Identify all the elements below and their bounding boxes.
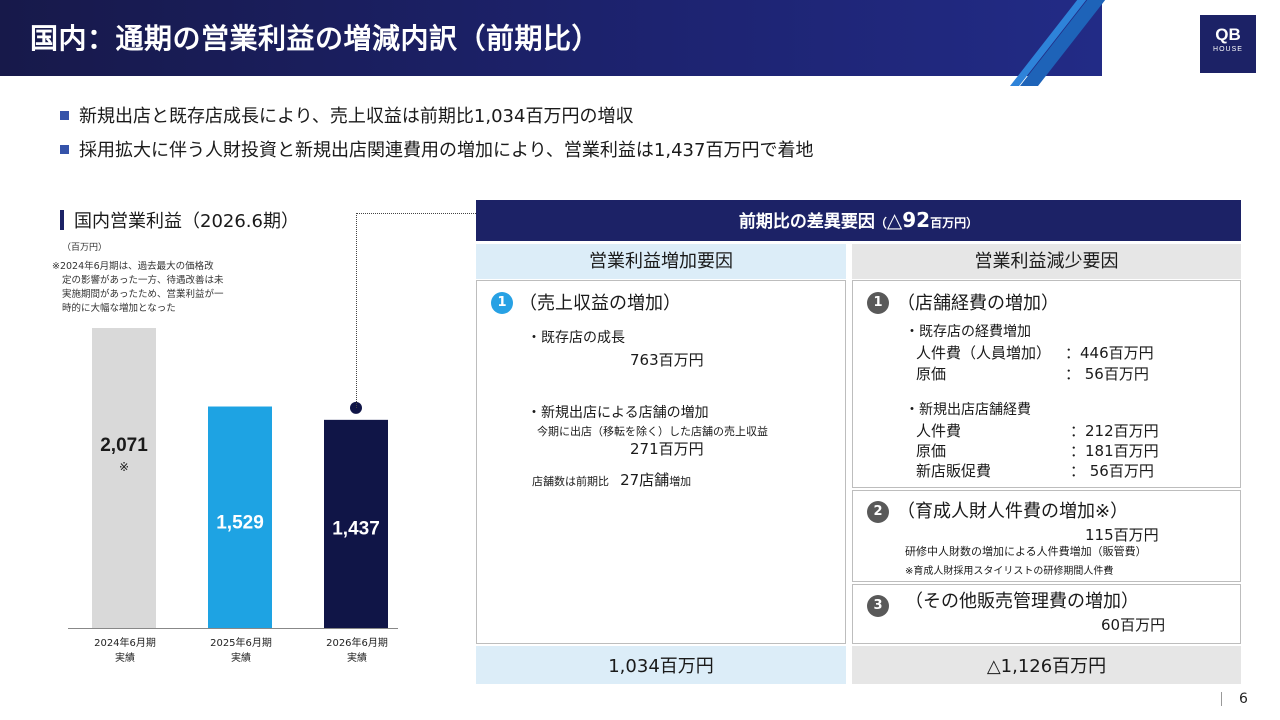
operating-profit-bar-chart: 2,071 ※ 1,529 1,437 [68, 328, 398, 629]
factor-item-note: 今期に出店（移転を除く）した店舗の売上収益 [537, 425, 768, 438]
factor-item-label: ・既存店の成長 [527, 330, 625, 346]
increase-total: 1,034百万円 [476, 646, 846, 684]
factor-item-label: ・新規出店店舗経費 [905, 402, 1031, 418]
cost-row-label: 新店販促費 [916, 462, 992, 480]
cost-row-label: 原価 [916, 442, 947, 460]
page-number-divider [1221, 692, 1222, 706]
cost-row-label: 人件費 [916, 422, 962, 440]
factor-item-value: 763百万円 [630, 351, 704, 369]
logo-main-text: QB [1215, 25, 1241, 44]
x-tick-label: 2025年6月期 実績 [210, 638, 272, 664]
factor-title: （売上収益の増加） [519, 293, 681, 314]
cost-row-value: ： 56百万円 [1070, 462, 1154, 480]
bar-value-label: 1,437 [332, 518, 380, 539]
page-number: 6 [1239, 691, 1248, 707]
number-badge: 2 [867, 501, 889, 523]
x-tick-label: 2024年6月期 実績 [94, 638, 156, 664]
factor-item-label: ・新規出店による店舗の増加 [527, 405, 709, 421]
store-count-line: 店舗数は前期比 27店舗増加 [532, 471, 692, 489]
factor-title: （店舗経費の増加） [897, 293, 1059, 314]
cost-row-value: ：212百万円 [1070, 422, 1159, 440]
factor-item-label: ・既存店の経費増加 [905, 324, 1031, 340]
bar [92, 328, 156, 628]
factor-item-value: 271百万円 [630, 440, 704, 458]
logo-sub-text: HOUSE [1213, 46, 1243, 53]
number-badge: 1 [867, 292, 889, 314]
factor-item-desc: 研修中人財数の増加による人件費増加（販管費） [905, 545, 1147, 558]
decrease-factor-1-box: 1 （店舗経費の増加） ・既存店の経費増加 人件費（人員増加） ：446百万円 … [852, 280, 1241, 488]
callout-connector [356, 213, 357, 408]
increase-factors-box: 1 （売上収益の増加） ・既存店の成長 763百万円 ・新規出店による店舗の増加… [476, 280, 846, 644]
callout-connector [356, 213, 478, 214]
factor-title: （その他販売管理費の増加） [905, 591, 1139, 612]
cost-row-value: ：181百万円 [1070, 442, 1159, 460]
cost-row-label: 原価 [916, 365, 947, 383]
bar-value-sublabel: ※ [119, 460, 129, 474]
bar-value-label: 1,529 [216, 512, 264, 533]
factor-title: （育成人財人件費の増加※） [897, 501, 1129, 522]
qb-house-logo: QB HOUSE [1200, 15, 1256, 73]
bar-value-label: 2,071 [100, 435, 148, 456]
number-badge: 3 [867, 595, 889, 617]
decrease-total: △1,126百万円 [852, 646, 1241, 684]
cost-row-value: ： 56百万円 [1065, 365, 1149, 383]
factor-item-note: ※育成人財採用スタイリストの研修期間人件費 [905, 566, 1114, 577]
variance-panel-title: 前期比の差異要因（△92百万円） [476, 200, 1241, 241]
factor-item-value: 60百万円 [1101, 616, 1166, 634]
cost-row-label: 人件費（人員増加） [916, 344, 1052, 362]
number-badge: 1 [491, 292, 513, 314]
decrease-factors-header: 営業利益減少要因 [852, 244, 1241, 279]
x-tick-label: 2026年6月期 実績 [326, 638, 388, 664]
decrease-factor-3-box: 3 （その他販売管理費の増加） 60百万円 [852, 584, 1241, 644]
factor-item-value: 115百万円 [1085, 526, 1159, 544]
decrease-factor-2-box: 2 （育成人財人件費の増加※） 115百万円 研修中人財数の増加による人件費増加… [852, 490, 1241, 582]
cost-row-value: ：446百万円 [1065, 344, 1154, 362]
increase-factors-header: 営業利益増加要因 [476, 244, 846, 279]
